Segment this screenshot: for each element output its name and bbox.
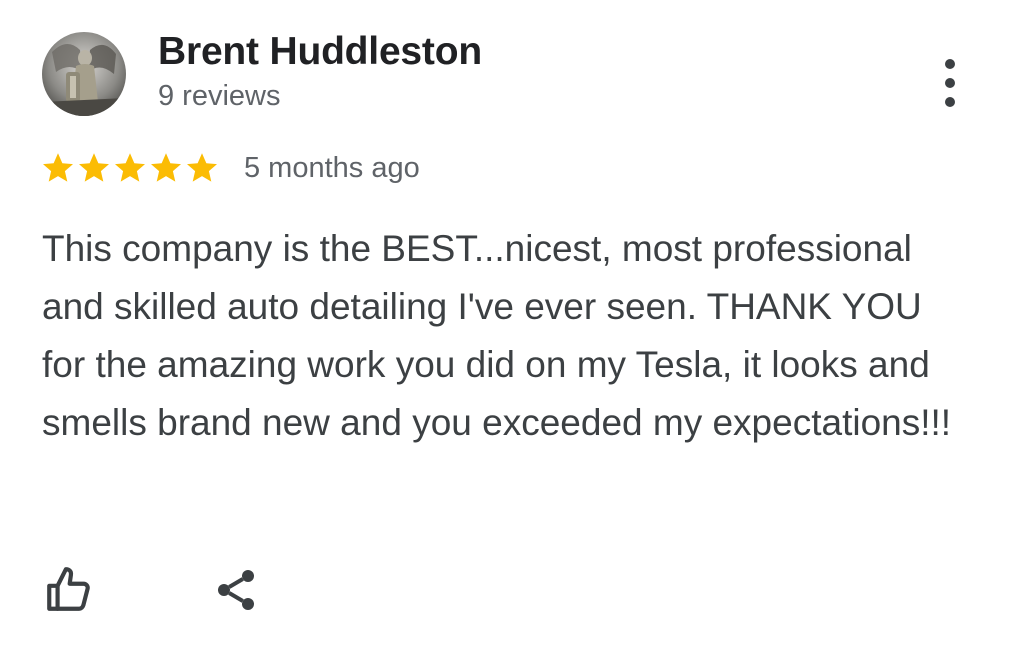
thumb-up-icon xyxy=(47,567,90,611)
like-button[interactable] xyxy=(40,562,96,618)
review-count[interactable]: 9 reviews xyxy=(158,80,281,113)
review-text: This company is the BEST...nicest, most … xyxy=(42,228,952,443)
rating-row: 5 months ago xyxy=(40,146,420,190)
share-icon xyxy=(218,570,254,610)
star-rating xyxy=(40,150,220,186)
star-icon xyxy=(187,153,217,182)
share-button[interactable] xyxy=(208,562,264,618)
star-icon xyxy=(43,153,73,182)
star-icon xyxy=(115,153,145,182)
more-options-button[interactable] xyxy=(930,55,970,111)
reviewer-name[interactable]: Brent Huddleston xyxy=(158,30,482,74)
review-timestamp: 5 months ago xyxy=(244,151,420,184)
star-icon xyxy=(79,153,109,182)
reviewer-avatar[interactable] xyxy=(42,32,126,116)
star-icon xyxy=(151,153,181,182)
